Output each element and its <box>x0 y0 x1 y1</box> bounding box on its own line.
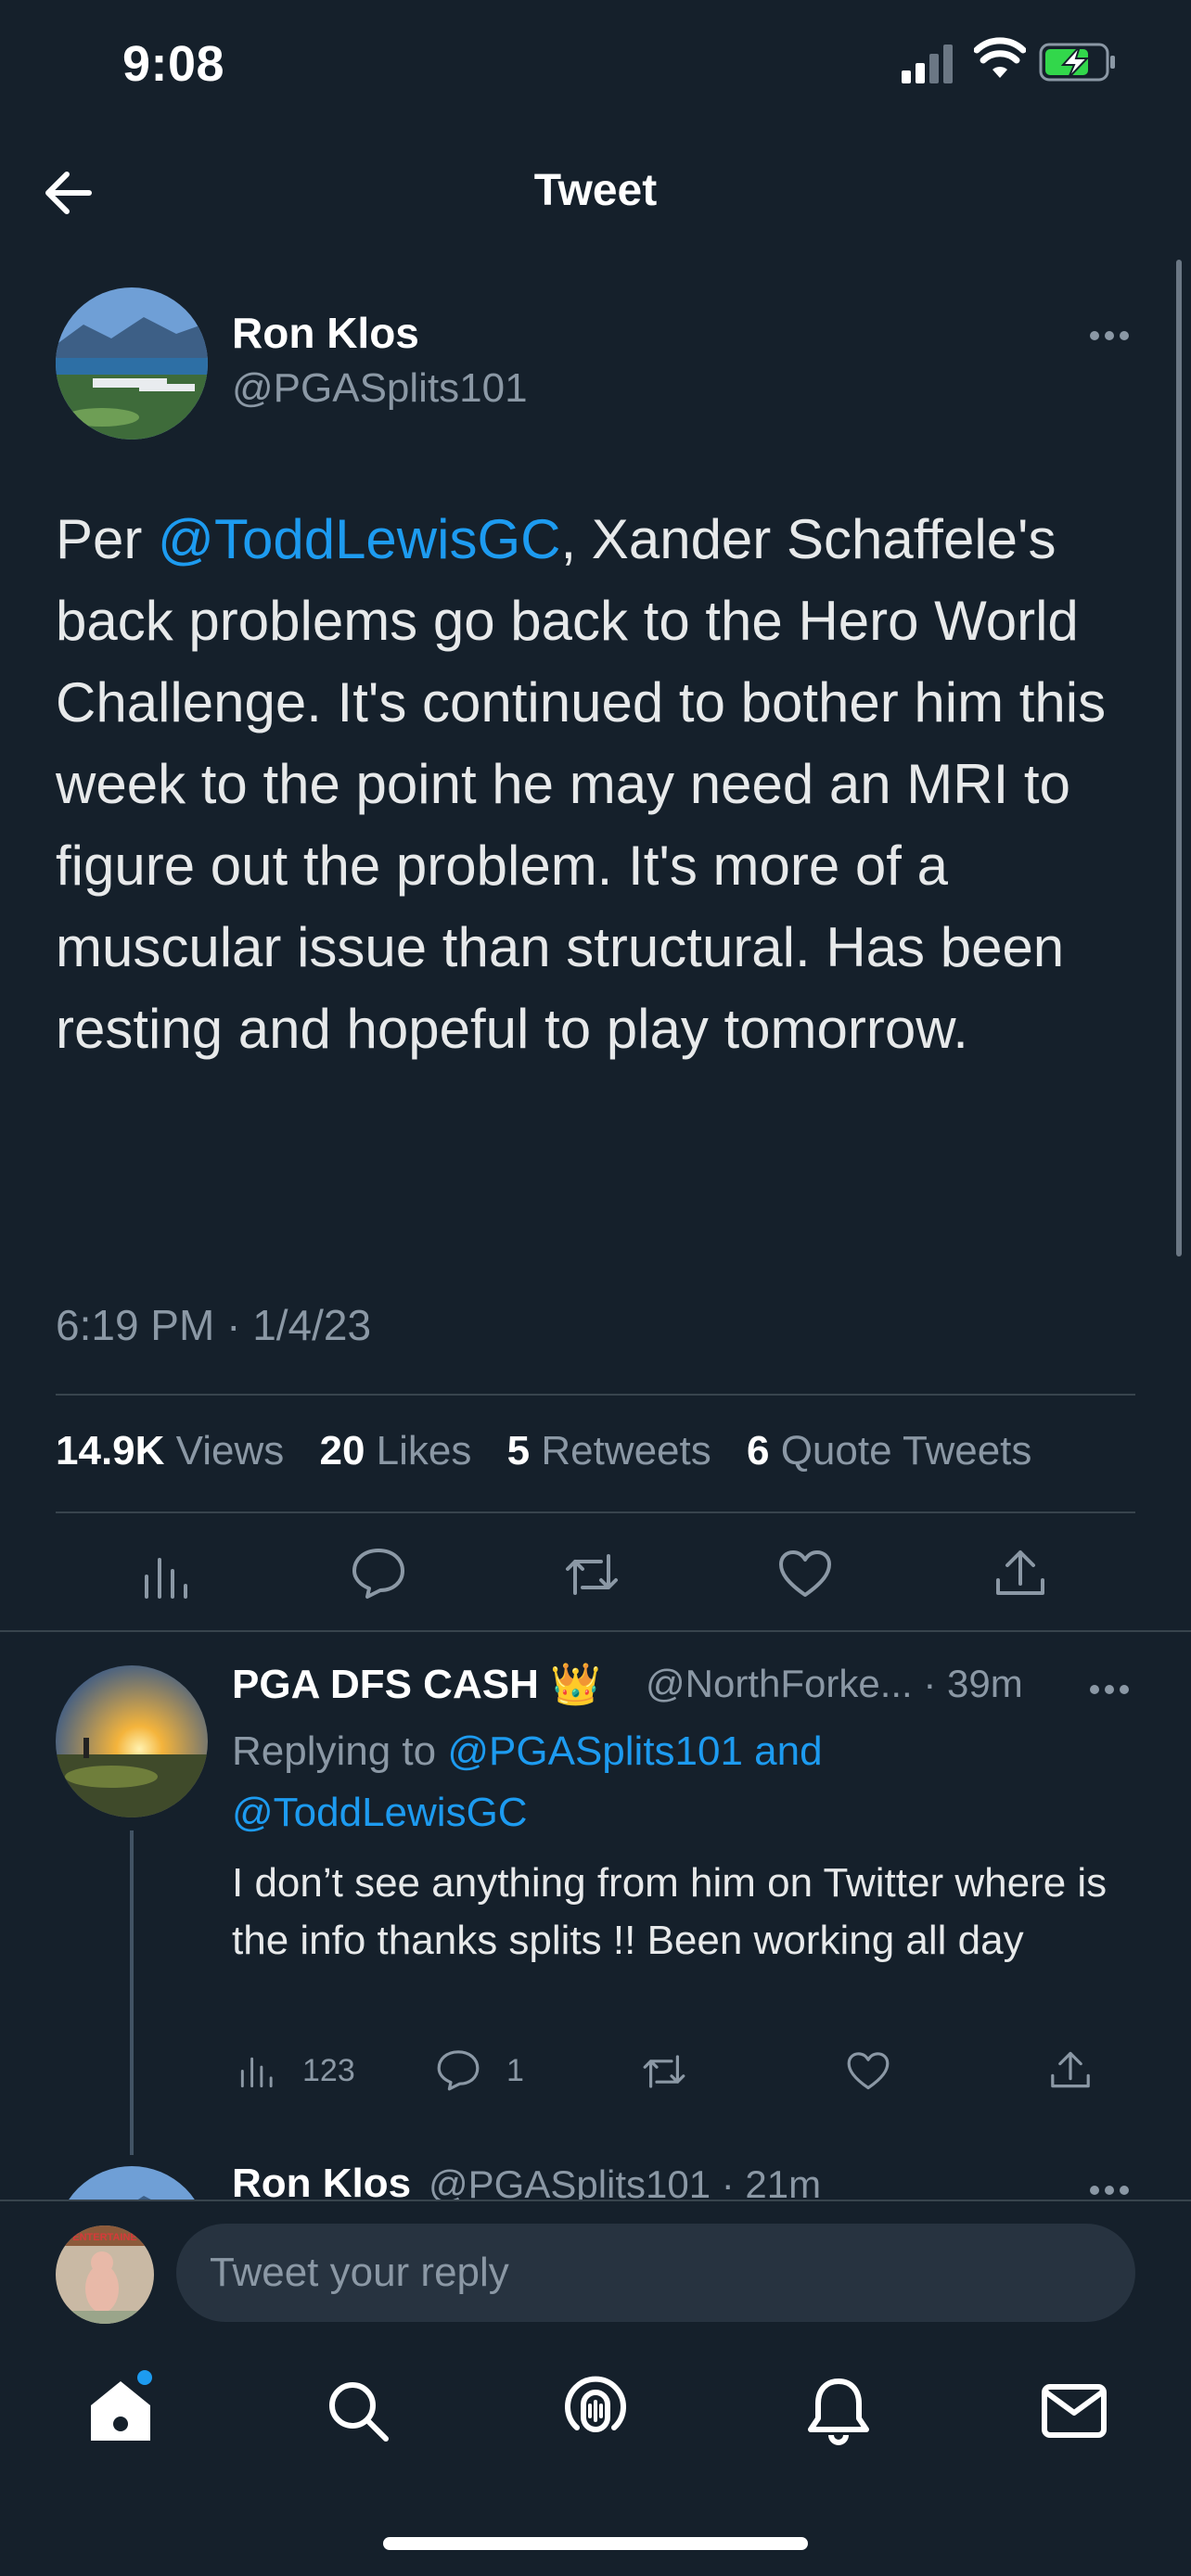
tweet-timestamp: 6:19 PM · 1/4/23 <box>56 1301 372 1349</box>
mention-link[interactable]: @ToddLewisGC <box>158 508 560 570</box>
like-heart-icon[interactable] <box>846 2049 890 2094</box>
reply-icon[interactable] <box>436 2047 480 2092</box>
messages-icon[interactable] <box>1037 2374 1111 2448</box>
thread-line <box>130 1830 134 2155</box>
more-options-icon[interactable] <box>1087 325 1132 347</box>
retweets-label[interactable]: Retweets <box>541 1428 711 1473</box>
likes-count[interactable]: 20 <box>319 1428 365 1473</box>
like-heart-icon[interactable] <box>777 1547 833 1602</box>
retweet-icon[interactable] <box>564 1547 620 1602</box>
home-indicator[interactable] <box>383 2537 808 2550</box>
page-title: Tweet <box>533 166 658 215</box>
tweet-text-prefix: Per <box>56 508 159 570</box>
share-icon[interactable] <box>992 1545 1048 1600</box>
views-count: 14.9K <box>56 1428 165 1473</box>
tweet-stats: 14.9K Views 20 Likes 5 Retweets 6 Quote … <box>56 1428 1056 1474</box>
wifi-icon <box>974 37 1026 78</box>
reply-author-handle[interactable]: @NorthForke... · 39m <box>646 1662 1023 1706</box>
reply-input[interactable] <box>176 2224 1135 2322</box>
likes-label[interactable]: Likes <box>377 1428 472 1473</box>
svg-text:ENTERTAINE: ENTERTAINE <box>72 2232 136 2243</box>
battery-charging-icon <box>1039 43 1115 82</box>
divider <box>56 1511 1135 1513</box>
replying-to-label: Replying to <box>232 1728 448 1774</box>
status-time: 9:08 <box>122 36 225 92</box>
replying-to: Replying to @PGASplits101 and @ToddLewis… <box>232 1721 1122 1843</box>
tweet-text-body: , Xander Schaffele's back problems go ba… <box>56 508 1107 1060</box>
my-avatar[interactable]: ENTERTAINE <box>56 2225 154 2324</box>
reply-views-count: 123 <box>302 2053 355 2088</box>
reply-author-name[interactable]: PGA DFS CASH 👑 <box>232 1660 601 1708</box>
scrollbar[interactable] <box>1176 260 1182 1256</box>
more-options-icon[interactable] <box>1087 2179 1132 2201</box>
views-label: Views <box>175 1428 285 1473</box>
divider <box>0 1630 1191 1632</box>
analytics-icon[interactable] <box>236 2049 276 2090</box>
reply-text: I don’t see anything from him on Twitter… <box>232 1860 1108 1963</box>
quote-tweets-count[interactable]: 6 <box>747 1428 769 1473</box>
author-avatar[interactable] <box>56 287 208 440</box>
reply-replies-count: 1 <box>506 2053 524 2088</box>
author-handle[interactable]: @PGASplits101 <box>232 365 528 412</box>
retweets-count[interactable]: 5 <box>507 1428 530 1473</box>
share-icon[interactable] <box>1048 2047 1093 2092</box>
reply-author-avatar[interactable] <box>56 1665 208 1817</box>
retweet-icon[interactable] <box>640 2049 688 2094</box>
home-icon[interactable] <box>83 2374 158 2448</box>
quote-tweets-label[interactable]: Quote Tweets <box>781 1428 1032 1473</box>
spaces-icon[interactable] <box>558 2374 633 2448</box>
tweet-text: Per @ToddLewisGC, Xander Schaffele's bac… <box>56 499 1150 1070</box>
divider <box>56 1394 1135 1396</box>
analytics-icon[interactable] <box>137 1547 193 1602</box>
search-icon[interactable] <box>321 2374 395 2448</box>
notifications-icon[interactable] <box>801 2374 876 2448</box>
home-notification-dot <box>137 2370 152 2385</box>
reply-icon[interactable] <box>351 1545 406 1600</box>
more-options-icon[interactable] <box>1087 1678 1132 1701</box>
cellular-signal-icon <box>902 45 953 83</box>
author-name[interactable]: Ron Klos <box>232 308 419 358</box>
